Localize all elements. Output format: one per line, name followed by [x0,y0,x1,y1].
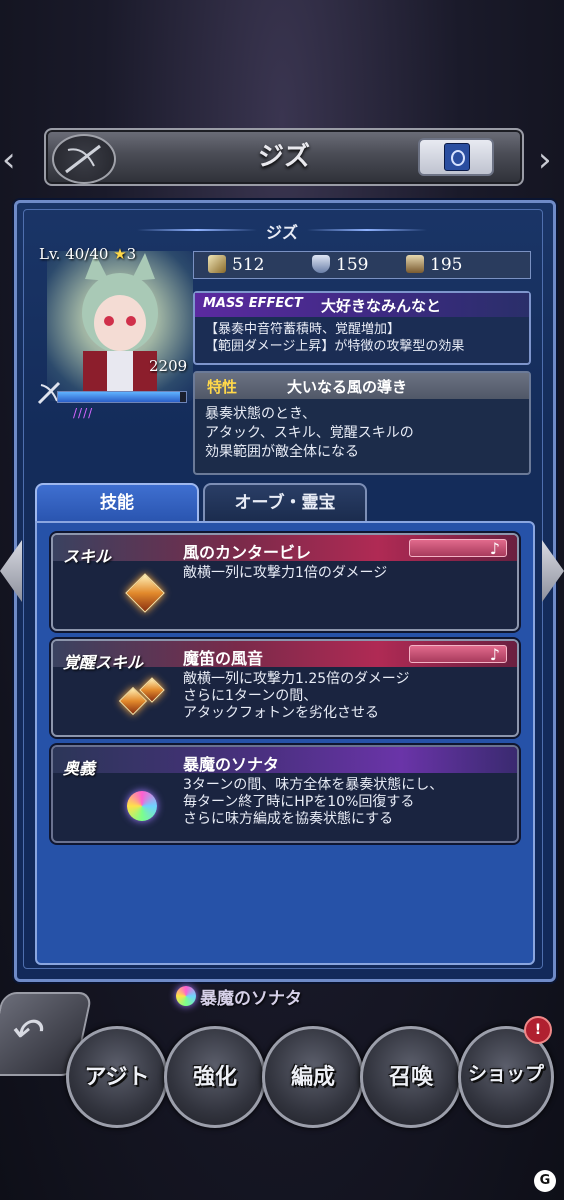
power-value: 2209 [149,357,188,375]
prev-character-icon[interactable]: ‹ [2,140,16,180]
defense-value: 159 [336,255,369,275]
skill-type-label: 覚醒スキル [63,653,144,672]
nav-shop-label: ショップ [467,1063,544,1085]
nav-formation-label: 編成 [290,1065,335,1090]
boot-icon [406,255,424,273]
prev-page-arrow-icon[interactable] [0,540,22,602]
awaken-pips: //// [73,406,94,420]
trait-description: 暴奏状態のとき、 アタック、スキル、覚醒スキルの 効果範囲が敵全体になる [205,405,525,462]
skill-name: 魔笛の風音 [183,649,264,668]
ultimate-card-header [53,747,517,773]
skill-gem-icon [125,573,165,613]
tab-skills[interactable]: 技能 [35,483,199,521]
defense-stat: 159 [312,252,368,278]
skill-desc-line: さらに1ターンの間、 [183,688,318,704]
sword-icon [208,255,226,273]
mass-effect-box[interactable]: MASS EFFECT 大好きなみんなと 【暴奏中音符蓄積時、覚醒増加】 【範囲… [193,291,531,365]
skill-desc-line: 敵横一列に攻撃力1.25倍のダメージ [183,671,410,687]
star-icon: ★ [113,245,127,263]
ultimate-desc-line: 毎ターン終了時にHPを10%回復する [183,794,415,810]
mass-effect-line: 【範囲ダメージ上昇】が特徴の攻撃型の効果 [205,339,465,354]
trait-title: 大いなる風の導き [287,378,408,396]
skill-name: 風のカンタービレ [183,543,312,562]
mass-effect-line: 【暴奏中音符蓄積時、覚醒増加】 [205,322,401,337]
hp-bar-fill [58,392,180,402]
title-bar: ジズ [44,128,524,186]
ultimate-card[interactable]: 奥義 暴魔のソナタ 3ターンの間、味方全体を暴奏状態にし、 毎ターン終了時にHP… [51,745,519,843]
back-arrow-icon: ↶ [7,1010,49,1054]
ultimate-type-label: 奥義 [63,759,96,778]
speed-value: 195 [430,255,463,275]
book-icon [444,143,470,171]
rarity-count: 3 [126,245,137,263]
nav-summon-button[interactable]: 召喚 [360,1026,462,1128]
character-portrait[interactable] [47,251,193,401]
nav-formation-button[interactable]: 編成 [262,1026,364,1128]
profile-book-button[interactable] [418,138,494,176]
ultimate-orb-icon [127,791,157,821]
next-character-icon[interactable]: › [538,140,552,180]
ultimate-description: 3ターンの間、味方全体を暴奏状態にし、 毎ターン終了時にHPを10%回復する さ… [183,777,513,828]
awaken-skill-card[interactable]: 覚醒スキル 魔笛の風音 ♪ 敵横一列に攻撃力1.25倍のダメージ さらに1ターン… [51,639,519,737]
ultimate-desc-line: さらに味方編成を協奏状態にする [183,811,394,827]
ultimate-desc-line: 3ターンの間、味方全体を暴奏状態にし、 [183,777,444,793]
skill-desc-line: 敵横一列に攻撃力1倍のダメージ [183,565,388,581]
tab-orb-relic[interactable]: オーブ・霊宝 [203,483,367,521]
stats-bar: 512 159 195 [193,251,531,279]
nav-hideout-button[interactable]: アジト [66,1026,168,1128]
ultimate-name: 暴魔のソナタ [183,755,280,774]
ultimate-name-label: 暴魔のソナタ [200,989,302,1009]
skill-description: 敵横一列に攻撃力1倍のダメージ [183,565,513,582]
attack-stat: 512 [208,252,264,278]
trait-line: 効果範囲が敵全体になる [205,444,359,460]
mass-effect-title: 大好きなみんなと [321,297,442,315]
skill-desc-line: アタックフォトンを劣化させる [183,705,379,721]
nav-summon-label: 召喚 [388,1065,433,1090]
music-note-icon: ♪ [409,645,507,664]
speed-stat: 195 [406,252,462,278]
trait-box: 特性 大いなる風の導き 暴奏状態のとき、 アタック、スキル、覚醒スキルの 効果範… [193,371,531,475]
character-detail-panel: ジズ Lv. 40/40 ★3 2209 //// 512 159 195 MA… [14,200,556,982]
hp-bar [57,391,187,403]
ultimate-orb-icon [176,986,196,1006]
trait-line: アタック、スキル、覚醒スキルの [205,425,414,441]
mass-effect-label: MASS EFFECT [203,296,303,311]
notification-badge: ! [524,1016,552,1044]
nav-enhance-button[interactable]: 強化 [164,1026,266,1128]
skill-card[interactable]: スキル 風のカンタービレ ♪ 敵横一列に攻撃力1倍のダメージ [51,533,519,631]
music-note-icon: ♪ [409,539,507,558]
mass-effect-description: 【暴奏中音符蓄積時、覚醒増加】 【範囲ダメージ上昇】が特徴の攻撃型の効果 [205,321,525,355]
weapon-crossbow-icon [52,134,116,184]
level-text: Lv. 40/40 [39,245,109,263]
attack-value: 512 [232,255,265,275]
trait-line: 暴奏状態のとき、 [205,406,317,422]
shield-icon [312,255,330,273]
skills-tab-content: スキル 風のカンタービレ ♪ 敵横一列に攻撃力1倍のダメージ 覚醒スキル 魔笛の… [35,521,535,965]
trait-label: 特性 [207,378,238,396]
nav-hideout-label: アジト [84,1065,150,1090]
watermark-logo-icon: G [534,1170,556,1192]
nav-enhance-label: 強化 [192,1065,237,1090]
level-display: Lv. 40/40 ★3 [39,245,136,263]
skill-description: 敵横一列に攻撃力1.25倍のダメージ さらに1ターンの間、 アタックフォトンを劣… [183,671,513,722]
skill-type-label: スキル [63,547,112,566]
character-name: ジズ [265,223,298,242]
